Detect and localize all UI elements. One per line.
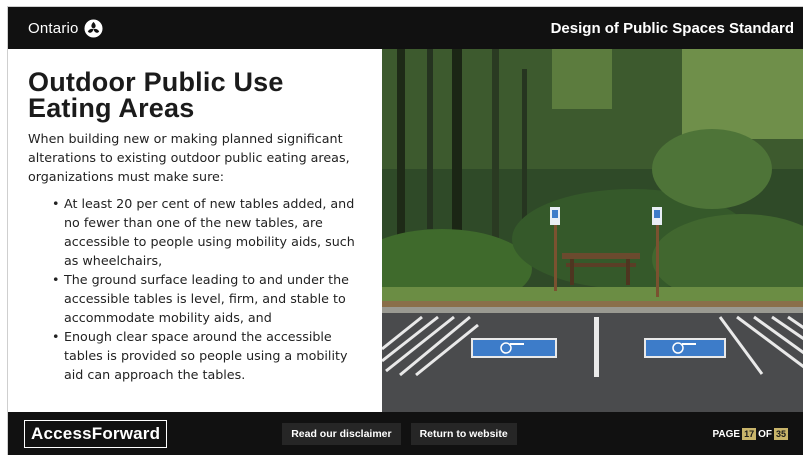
content-panel: Outdoor Public Use Eating Areas When bui… xyxy=(8,49,382,412)
intro-paragraph: When building new or making planned sign… xyxy=(28,131,350,184)
read-disclaimer-button[interactable]: Read our disclaimer xyxy=(282,423,401,445)
bottom-bar: AccessForward Read our disclaimer Return… xyxy=(8,412,803,455)
page-total: 35 xyxy=(773,428,788,440)
list-item: The ground surface leading to and under … xyxy=(52,270,368,327)
page-label: PAGE xyxy=(712,428,741,440)
requirements-list: At least 20 per cent of new tables added… xyxy=(28,194,368,384)
return-to-website-button[interactable]: Return to website xyxy=(410,423,517,445)
page-title: Outdoor Public Use Eating Areas xyxy=(28,67,284,123)
list-item: Enough clear space around the accessible… xyxy=(52,327,368,384)
accessible-parking-photo xyxy=(382,49,803,412)
ontario-wordmark: Ontario xyxy=(28,19,79,37)
document-title: Design of Public Spaces Standard xyxy=(550,19,794,37)
ontario-brand[interactable]: Ontario xyxy=(28,18,103,38)
list-item: At least 20 per cent of new tables added… xyxy=(52,194,368,270)
accessforward-logo[interactable]: AccessForward xyxy=(24,420,168,448)
footer-actions: Read our disclaimer Return to website xyxy=(282,423,517,445)
page-current: 17 xyxy=(742,428,757,440)
top-bar: Ontario Design of Public Spaces Standard xyxy=(8,7,803,49)
page-indicator: PAGE 17 OF 35 xyxy=(712,428,788,440)
slide-frame: Ontario Design of Public Spaces Standard… xyxy=(7,6,803,455)
page-of-label: OF xyxy=(758,428,772,440)
trillium-logo-icon xyxy=(84,18,103,38)
